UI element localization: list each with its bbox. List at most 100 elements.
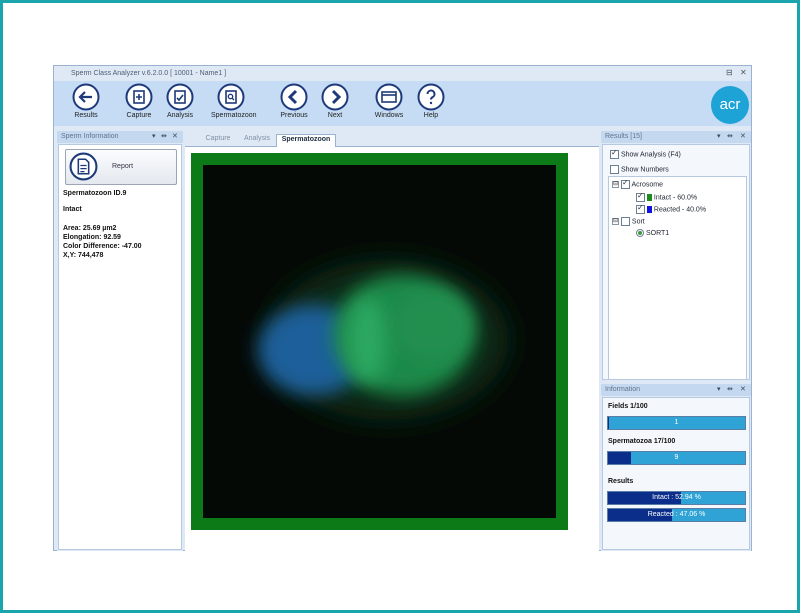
capture-label: Capture xyxy=(126,112,152,119)
analysis-icon xyxy=(166,83,194,111)
report-label: Report xyxy=(112,163,134,170)
next-button[interactable]: Next xyxy=(315,83,355,119)
pin-icon[interactable]: ⇹ xyxy=(727,385,733,393)
close-button[interactable]: ✕ xyxy=(740,68,747,77)
reacted-result-bar: Reacted : 47.06 % xyxy=(607,508,746,522)
previous-button[interactable]: Previous xyxy=(274,83,314,119)
sperm-area: Area: 25.69 µm2 xyxy=(63,225,117,232)
information-body: Fields 1/100 1 Spermatozoa 17/100 9 Resu… xyxy=(602,397,750,550)
checkbox-checked-icon[interactable] xyxy=(620,178,630,189)
next-label: Next xyxy=(327,112,343,119)
checkbox-unchecked-icon[interactable] xyxy=(620,217,630,226)
help-label: Help xyxy=(423,112,439,119)
close-icon[interactable]: ✕ xyxy=(740,132,746,140)
pin-icon[interactable]: ⇹ xyxy=(727,132,733,140)
ribbon-toolbar: Results Capture Analysis Spermatozoon Pr… xyxy=(54,81,751,126)
spermatozoon-button[interactable]: Spermatozoon xyxy=(211,83,257,119)
close-icon[interactable]: ✕ xyxy=(172,132,178,140)
acr-logo: acr xyxy=(711,86,749,124)
window-title: Sperm Class Analyzer v.6.2.0.0 [ 10001 -… xyxy=(71,70,227,77)
intact-color-swatch xyxy=(646,194,652,201)
help-icon xyxy=(417,83,445,111)
spermatozoon-image xyxy=(191,153,568,530)
panel-menu-icon[interactable]: ▾ xyxy=(717,385,721,393)
report-icon xyxy=(69,152,98,181)
show-numbers-checkbox[interactable]: Show Numbers xyxy=(610,165,669,174)
spermatozoon-label: Spermatozoon xyxy=(211,112,257,119)
checkbox-unchecked-icon xyxy=(610,165,619,174)
sort-label: Sort xyxy=(631,218,645,226)
tree-node-sort[interactable]: ⊟ Sort xyxy=(612,217,645,226)
pin-icon[interactable]: ⇹ xyxy=(161,132,167,140)
sperm-xy: X,Y: 744,478 xyxy=(63,252,104,259)
close-icon[interactable]: ✕ xyxy=(740,385,746,393)
intact-result-text: Intact : 52.94 % xyxy=(652,494,701,501)
sperm-information-title: Sperm Information xyxy=(61,133,119,140)
sperm-color-difference: Color Difference: -47.00 xyxy=(63,243,142,250)
collapse-icon[interactable]: ⊟ xyxy=(612,218,619,225)
tree-node-intact[interactable]: Intact - 60.0% xyxy=(636,191,698,202)
checkbox-checked-icon[interactable] xyxy=(636,191,645,202)
analysis-button[interactable]: Analysis xyxy=(160,83,200,119)
spermatozoa-label: Spermatozoa 17/100 xyxy=(608,438,676,445)
information-panel: Information ▾ ⇹ ✕ Fields 1/100 1 Spermat… xyxy=(601,384,751,551)
sperm-information-panel: Sperm Information ▾ ⇹ ✕ Report Spermatoz… xyxy=(57,131,183,551)
windows-icon xyxy=(375,83,403,111)
panel-menu-icon[interactable]: ▾ xyxy=(717,132,721,140)
collapse-icon[interactable]: ⊟ xyxy=(612,181,619,188)
fields-label: Fields 1/100 xyxy=(608,403,648,410)
microscope-view xyxy=(203,165,556,518)
results-panel: Results [15] ▾ ⇹ ✕ Show Analysis (F4) Sh… xyxy=(601,131,751,381)
checkbox-checked-icon xyxy=(610,148,619,159)
previous-label: Previous xyxy=(280,112,308,119)
sperm-information-header: Sperm Information ▾ ⇹ ✕ xyxy=(57,131,183,143)
sperm-class: Intact xyxy=(63,206,82,213)
tree-node-reacted[interactable]: Reacted - 40.0% xyxy=(636,203,707,214)
tab-analysis[interactable]: Analysis xyxy=(238,134,276,146)
back-arrow-icon xyxy=(72,83,100,111)
tree-node-sort1[interactable]: SORT1 xyxy=(636,229,669,237)
sperm-elongation: Elongation: 92.59 xyxy=(63,234,121,241)
report-button[interactable]: Report xyxy=(65,149,177,185)
help-button[interactable]: Help xyxy=(411,83,451,119)
title-bar: Sperm Class Analyzer v.6.2.0.0 [ 10001 -… xyxy=(54,66,751,81)
show-numbers-label: Show Numbers xyxy=(620,166,669,174)
reacted-label: Reacted - 40.0% xyxy=(653,206,707,214)
spermatozoa-progress-bar: 9 xyxy=(607,451,746,465)
sperm-id: Spermatozoon ID.9 xyxy=(63,190,127,197)
capture-button[interactable]: Capture xyxy=(119,83,159,119)
chevron-right-icon xyxy=(321,83,349,111)
intact-result-bar: Intact : 52.94 % xyxy=(607,491,746,505)
spermatozoa-value: 9 xyxy=(674,454,679,461)
sort1-label: SORT1 xyxy=(645,229,670,237)
panel-menu-icon[interactable]: ▾ xyxy=(152,132,156,140)
results-body: Show Analysis (F4) Show Numbers ⊟ Acroso… xyxy=(602,144,750,380)
tab-capture[interactable]: Capture xyxy=(199,134,237,146)
show-analysis-checkbox[interactable]: Show Analysis (F4) xyxy=(610,148,681,159)
results-button[interactable]: Results xyxy=(66,83,106,119)
outer-frame: Sperm Class Analyzer v.6.2.0.0 [ 10001 -… xyxy=(0,0,800,613)
fields-value: 1 xyxy=(674,419,679,426)
results-header: Results [15] ▾ ⇹ ✕ xyxy=(601,131,751,143)
reacted-color-swatch xyxy=(646,206,652,213)
information-header: Information ▾ ⇹ ✕ xyxy=(601,384,751,396)
sperm-cell-image xyxy=(203,165,556,518)
results-label: Results xyxy=(74,112,98,119)
windows-label: Windows xyxy=(374,112,404,119)
radio-selected-icon[interactable] xyxy=(636,229,644,237)
information-title: Information xyxy=(605,386,641,393)
restore-button[interactable]: ⊟ xyxy=(726,68,733,77)
reacted-result-text: Reacted : 47.06 % xyxy=(647,511,706,518)
windows-button[interactable]: Windows xyxy=(369,83,409,119)
tab-spermatozoon[interactable]: Spermatozoon xyxy=(276,134,336,147)
acrosome-label: Acrosome xyxy=(631,181,664,189)
checkbox-checked-icon[interactable] xyxy=(636,203,645,214)
tree-node-acrosome[interactable]: ⊟ Acrosome xyxy=(612,178,664,189)
fields-progress-bar: 1 xyxy=(607,416,746,430)
results-title: Results [15] xyxy=(605,133,642,140)
results-tree: ⊟ Acrosome Intact - 60.0% Reacted - 40.0… xyxy=(608,176,747,380)
chevron-left-icon xyxy=(280,83,308,111)
capture-icon xyxy=(125,83,153,111)
app-window: Sperm Class Analyzer v.6.2.0.0 [ 10001 -… xyxy=(53,65,752,551)
intact-label: Intact - 60.0% xyxy=(653,194,698,202)
